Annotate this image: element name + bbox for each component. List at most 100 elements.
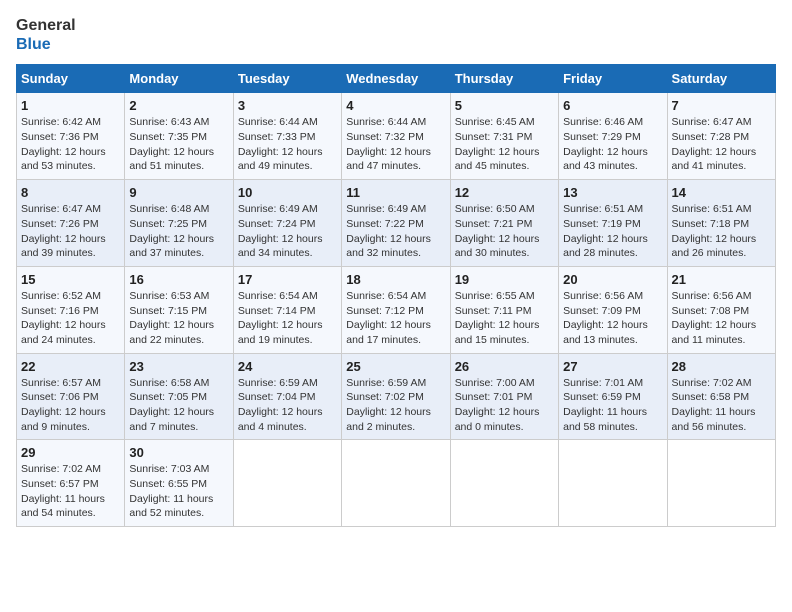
calendar-cell: 17Sunrise: 6:54 AMSunset: 7:14 PMDayligh…: [233, 266, 341, 353]
weekday-header: Saturday: [667, 65, 775, 93]
day-info: Sunrise: 6:47 AMSunset: 7:28 PMDaylight:…: [672, 115, 771, 174]
day-number: 9: [129, 185, 228, 200]
weekday-header-row: SundayMondayTuesdayWednesdayThursdayFrid…: [17, 65, 776, 93]
day-number: 5: [455, 98, 554, 113]
calendar-cell: 13 Sunrise: 6:51 AMSunset: 7:19 PMDayligh…: [559, 180, 667, 267]
calendar-cell: 6 Sunrise: 6:46 AMSunset: 7:29 PMDaylight…: [559, 93, 667, 180]
calendar-cell: [233, 440, 341, 527]
calendar-week-row: 15 Sunrise: 6:52 AMSunset: 7:16 PMDayligh…: [17, 266, 776, 353]
logo-blue: Blue: [16, 35, 76, 54]
day-number: 15: [21, 272, 120, 287]
day-info: Sunrise: 6:44 AMSunset: 7:33 PMDaylight:…: [238, 115, 337, 174]
calendar-cell: 22Sunrise: 6:57 AMSunset: 7:06 PMDayligh…: [17, 353, 125, 440]
day-number: 23: [129, 359, 228, 374]
calendar-cell: [450, 440, 558, 527]
day-info: Sunrise: 6:51 AMSunset: 7:19 PMDaylight:…: [563, 202, 662, 261]
day-info: Sunrise: 6:48 AMSunset: 7:25 PMDaylight:…: [129, 202, 228, 261]
day-number: 3: [238, 98, 337, 113]
weekday-header: Tuesday: [233, 65, 341, 93]
day-number: 2: [129, 98, 228, 113]
calendar-week-row: 1 Sunrise: 6:42 AMSunset: 7:36 PMDaylight…: [17, 93, 776, 180]
day-number: 7: [672, 98, 771, 113]
day-number: 17: [238, 272, 337, 287]
day-number: 21: [672, 272, 771, 287]
day-number: 13: [563, 185, 662, 200]
calendar-cell: 30 Sunrise: 7:03 AMSunset: 6:55 PMDayligh…: [125, 440, 233, 527]
calendar-table: SundayMondayTuesdayWednesdayThursdayFrid…: [16, 64, 776, 527]
calendar-cell: 28 Sunrise: 7:02 AMSunset: 6:58 PMDayligh…: [667, 353, 775, 440]
calendar-cell: 15 Sunrise: 6:52 AMSunset: 7:16 PMDayligh…: [17, 266, 125, 353]
day-info: Sunrise: 6:59 AMSunset: 7:02 PMDaylight:…: [346, 376, 445, 435]
day-info: Sunrise: 6:51 AMSunset: 7:18 PMDaylight:…: [672, 202, 771, 261]
calendar-cell: 23 Sunrise: 6:58 AMSunset: 7:05 PMDayligh…: [125, 353, 233, 440]
day-info: Sunrise: 6:44 AMSunset: 7:32 PMDaylight:…: [346, 115, 445, 174]
day-info: Sunrise: 6:56 AMSunset: 7:09 PMDaylight:…: [563, 289, 662, 348]
day-number: 4: [346, 98, 445, 113]
day-info: Sunrise: 6:56 AMSunset: 7:08 PMDaylight:…: [672, 289, 771, 348]
day-info: Sunrise: 6:42 AMSunset: 7:36 PMDaylight:…: [21, 115, 120, 174]
day-number: 29: [21, 445, 120, 460]
calendar-cell: 3 Sunrise: 6:44 AMSunset: 7:33 PMDaylight…: [233, 93, 341, 180]
calendar-cell: 16Sunrise: 6:53 AMSunset: 7:15 PMDayligh…: [125, 266, 233, 353]
calendar-cell: 8 Sunrise: 6:47 AMSunset: 7:26 PMDaylight…: [17, 180, 125, 267]
day-number: 27: [563, 359, 662, 374]
day-info: Sunrise: 6:43 AMSunset: 7:35 PMDaylight:…: [129, 115, 228, 174]
calendar-cell: 14 Sunrise: 6:51 AMSunset: 7:18 PMDayligh…: [667, 180, 775, 267]
day-number: 30: [129, 445, 228, 460]
day-info: Sunrise: 7:02 AMSunset: 6:58 PMDaylight:…: [672, 376, 771, 435]
calendar-cell: 10Sunrise: 6:49 AMSunset: 7:24 PMDayligh…: [233, 180, 341, 267]
day-number: 12: [455, 185, 554, 200]
day-info: Sunrise: 7:00 AMSunset: 7:01 PMDaylight:…: [455, 376, 554, 435]
day-number: 22: [21, 359, 120, 374]
calendar-cell: 4 Sunrise: 6:44 AMSunset: 7:32 PMDaylight…: [342, 93, 450, 180]
day-number: 25: [346, 359, 445, 374]
day-number: 26: [455, 359, 554, 374]
day-info: Sunrise: 6:59 AMSunset: 7:04 PMDaylight:…: [238, 376, 337, 435]
weekday-header: Sunday: [17, 65, 125, 93]
day-number: 18: [346, 272, 445, 287]
day-info: Sunrise: 6:54 AMSunset: 7:12 PMDaylight:…: [346, 289, 445, 348]
calendar-week-row: 29 Sunrise: 7:02 AMSunset: 6:57 PMDayligh…: [17, 440, 776, 527]
calendar-cell: 19 Sunrise: 6:55 AMSunset: 7:11 PMDayligh…: [450, 266, 558, 353]
calendar-cell: 9 Sunrise: 6:48 AMSunset: 7:25 PMDaylight…: [125, 180, 233, 267]
calendar-cell: 1 Sunrise: 6:42 AMSunset: 7:36 PMDaylight…: [17, 93, 125, 180]
day-info: Sunrise: 7:03 AMSunset: 6:55 PMDaylight:…: [129, 462, 228, 521]
calendar-cell: 21 Sunrise: 6:56 AMSunset: 7:08 PMDayligh…: [667, 266, 775, 353]
day-info: Sunrise: 7:02 AMSunset: 6:57 PMDaylight:…: [21, 462, 120, 521]
calendar-cell: 27 Sunrise: 7:01 AMSunset: 6:59 PMDayligh…: [559, 353, 667, 440]
calendar-cell: [342, 440, 450, 527]
day-info: Sunrise: 6:52 AMSunset: 7:16 PMDaylight:…: [21, 289, 120, 348]
day-info: Sunrise: 6:45 AMSunset: 7:31 PMDaylight:…: [455, 115, 554, 174]
day-number: 8: [21, 185, 120, 200]
logo: General Blue General Blue: [16, 16, 76, 54]
day-number: 28: [672, 359, 771, 374]
day-info: Sunrise: 6:46 AMSunset: 7:29 PMDaylight:…: [563, 115, 662, 174]
calendar-cell: 7 Sunrise: 6:47 AMSunset: 7:28 PMDaylight…: [667, 93, 775, 180]
calendar-week-row: 8 Sunrise: 6:47 AMSunset: 7:26 PMDaylight…: [17, 180, 776, 267]
day-info: Sunrise: 6:53 AMSunset: 7:15 PMDaylight:…: [129, 289, 228, 348]
calendar-cell: 12Sunrise: 6:50 AMSunset: 7:21 PMDayligh…: [450, 180, 558, 267]
page-header: General Blue General Blue: [16, 16, 776, 54]
day-number: 6: [563, 98, 662, 113]
day-info: Sunrise: 6:49 AMSunset: 7:24 PMDaylight:…: [238, 202, 337, 261]
day-number: 19: [455, 272, 554, 287]
day-number: 20: [563, 272, 662, 287]
calendar-cell: 26 Sunrise: 7:00 AMSunset: 7:01 PMDayligh…: [450, 353, 558, 440]
calendar-cell: [559, 440, 667, 527]
calendar-cell: 29 Sunrise: 7:02 AMSunset: 6:57 PMDayligh…: [17, 440, 125, 527]
weekday-header: Monday: [125, 65, 233, 93]
day-info: Sunrise: 7:01 AMSunset: 6:59 PMDaylight:…: [563, 376, 662, 435]
calendar-cell: 25 Sunrise: 6:59 AMSunset: 7:02 PMDayligh…: [342, 353, 450, 440]
day-info: Sunrise: 6:47 AMSunset: 7:26 PMDaylight:…: [21, 202, 120, 261]
calendar-cell: 11Sunrise: 6:49 AMSunset: 7:22 PMDayligh…: [342, 180, 450, 267]
day-number: 1: [21, 98, 120, 113]
calendar-cell: 18 Sunrise: 6:54 AMSunset: 7:12 PMDayligh…: [342, 266, 450, 353]
calendar-cell: 5 Sunrise: 6:45 AMSunset: 7:31 PMDaylight…: [450, 93, 558, 180]
weekday-header: Friday: [559, 65, 667, 93]
day-info: Sunrise: 6:58 AMSunset: 7:05 PMDaylight:…: [129, 376, 228, 435]
calendar-cell: 20 Sunrise: 6:56 AMSunset: 7:09 PMDayligh…: [559, 266, 667, 353]
calendar-cell: 2 Sunrise: 6:43 AMSunset: 7:35 PMDaylight…: [125, 93, 233, 180]
logo-general: General: [16, 16, 76, 35]
day-info: Sunrise: 6:55 AMSunset: 7:11 PMDaylight:…: [455, 289, 554, 348]
day-number: 14: [672, 185, 771, 200]
